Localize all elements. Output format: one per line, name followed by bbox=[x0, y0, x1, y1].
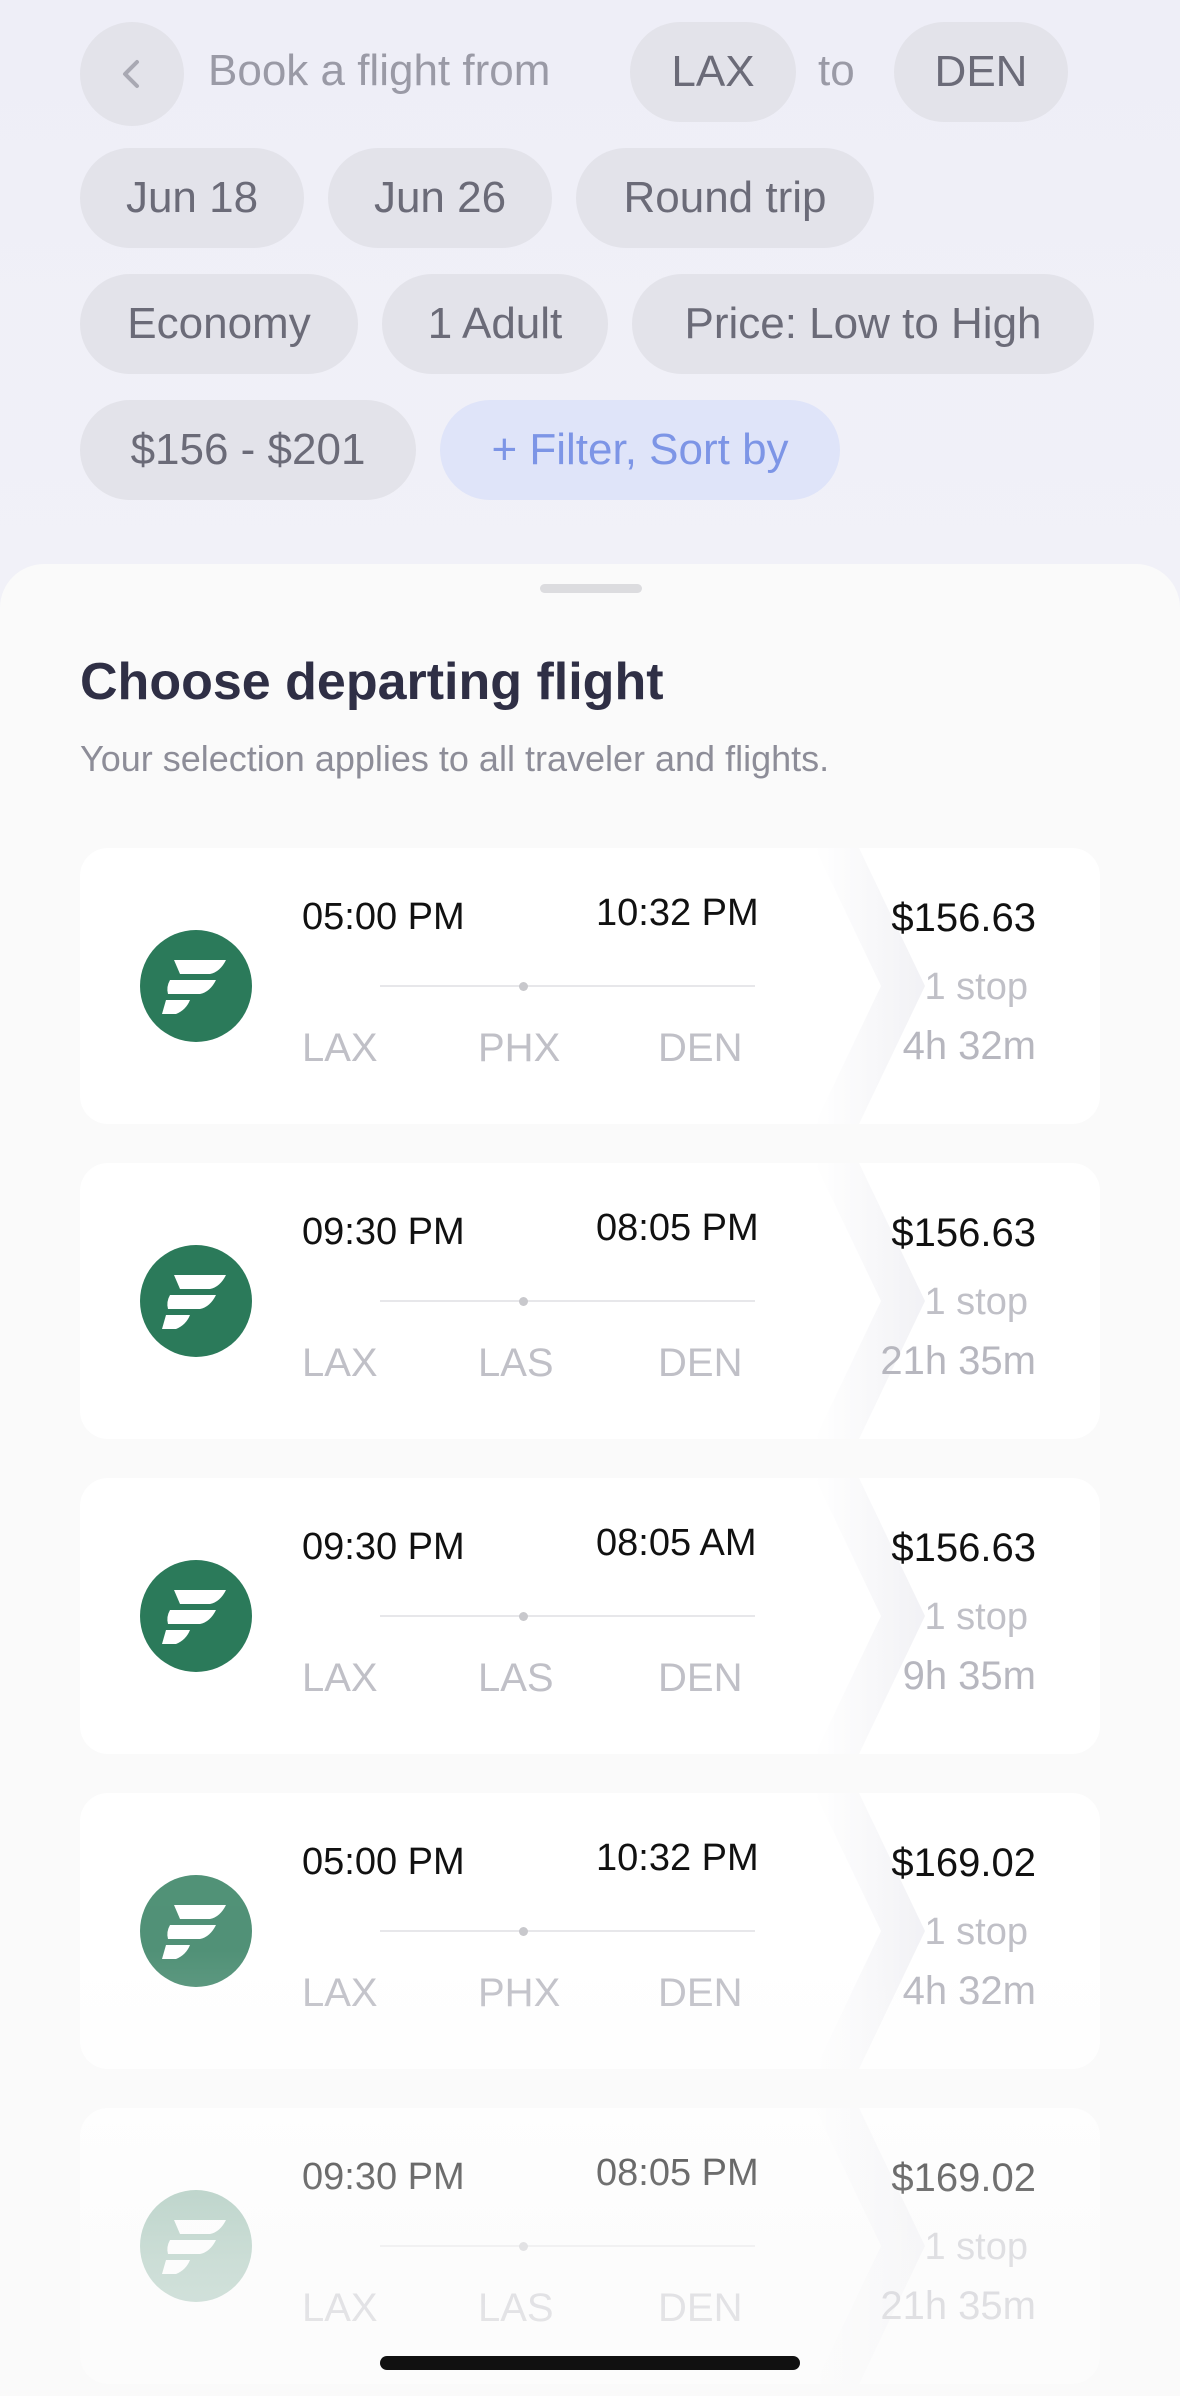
route-stop-dot bbox=[519, 1612, 528, 1621]
flight-stops: 1 stop bbox=[924, 2226, 1028, 2268]
flight-card[interactable]: 09:30 PM 08:05 PM LAX LAS DEN $156.63 1 … bbox=[80, 1163, 1100, 1439]
destination-airport: DEN bbox=[658, 1971, 743, 2015]
home-indicator[interactable] bbox=[380, 2356, 800, 2370]
departure-time: 05:00 PM bbox=[302, 1841, 465, 1883]
chevron-left-icon bbox=[123, 60, 139, 88]
route-stop-dot bbox=[519, 982, 528, 991]
stop-airport: PHX bbox=[478, 1971, 561, 2015]
airline-logo-icon bbox=[140, 2190, 252, 2302]
return-date-chip[interactable]: Jun 26 bbox=[328, 148, 552, 248]
flight-price: $156.63 bbox=[891, 896, 1036, 940]
departure-time: 09:30 PM bbox=[302, 1526, 465, 1568]
passengers-chip[interactable]: 1 Adult bbox=[382, 274, 608, 374]
departure-time: 09:30 PM bbox=[302, 2156, 465, 2198]
airline-logo-icon bbox=[140, 1560, 252, 1672]
flight-price: $156.63 bbox=[891, 1211, 1036, 1255]
flight-duration: 21h 35m bbox=[880, 2284, 1036, 2328]
route-line bbox=[380, 1300, 755, 1302]
sheet-drag-handle[interactable] bbox=[540, 584, 642, 593]
flight-card[interactable]: 05:00 PM 10:32 PM LAX PHX DEN $169.02 1 … bbox=[80, 1793, 1100, 2069]
chevron-right-decoration bbox=[815, 2108, 925, 2384]
flight-card[interactable]: 05:00 PM 10:32 PM LAX PHX DEN $156.63 1 … bbox=[80, 848, 1100, 1124]
route-stop-dot bbox=[519, 1297, 528, 1306]
destination-airport: DEN bbox=[658, 1026, 743, 1070]
arrival-time: 10:32 PM bbox=[596, 1837, 759, 1879]
origin-airport: LAX bbox=[302, 1341, 378, 1385]
flight-duration: 4h 32m bbox=[902, 1024, 1036, 1068]
flight-price: $169.02 bbox=[891, 1841, 1036, 1885]
depart-date-chip[interactable]: Jun 18 bbox=[80, 148, 304, 248]
origin-airport: LAX bbox=[302, 1656, 378, 1700]
stop-airport: LAS bbox=[478, 1341, 554, 1385]
stop-airport: LAS bbox=[478, 1656, 554, 1700]
route-line bbox=[380, 1615, 755, 1617]
destination-chip[interactable]: DEN bbox=[894, 22, 1068, 122]
trip-type-chip[interactable]: Round trip bbox=[576, 148, 874, 248]
origin-airport: LAX bbox=[302, 1026, 378, 1070]
sort-chip[interactable]: Price: Low to High bbox=[632, 274, 1094, 374]
origin-chip[interactable]: LAX bbox=[630, 22, 796, 122]
departure-time: 09:30 PM bbox=[302, 1211, 465, 1253]
book-flight-label: Book a flight from bbox=[208, 46, 551, 95]
flight-stops: 1 stop bbox=[924, 1281, 1028, 1323]
sheet-subtitle: Your selection applies to all traveler a… bbox=[80, 738, 830, 779]
arrival-time: 08:05 AM bbox=[596, 1522, 757, 1564]
airline-logo-icon bbox=[140, 930, 252, 1042]
route-line bbox=[380, 1930, 755, 1932]
flight-duration: 4h 32m bbox=[902, 1969, 1036, 2013]
route-stop-dot bbox=[519, 2242, 528, 2251]
arrival-time: 08:05 PM bbox=[596, 1207, 759, 1249]
chevron-right-decoration bbox=[815, 1793, 925, 2069]
departure-time: 05:00 PM bbox=[302, 896, 465, 938]
destination-airport: DEN bbox=[658, 2286, 743, 2330]
route-line bbox=[380, 2245, 755, 2247]
sheet-title: Choose departing flight bbox=[80, 653, 664, 711]
origin-airport: LAX bbox=[302, 2286, 378, 2330]
destination-airport: DEN bbox=[658, 1341, 743, 1385]
flight-stops: 1 stop bbox=[924, 1596, 1028, 1638]
flight-card[interactable]: 09:30 PM 08:05 PM LAX LAS DEN $169.02 1 … bbox=[80, 2108, 1100, 2384]
origin-airport: LAX bbox=[302, 1971, 378, 2015]
chevron-right-decoration bbox=[815, 1163, 925, 1439]
chevron-right-decoration bbox=[815, 1478, 925, 1754]
arrival-time: 08:05 PM bbox=[596, 2152, 759, 2194]
flight-duration: 21h 35m bbox=[880, 1339, 1036, 1383]
back-button[interactable] bbox=[80, 22, 184, 126]
arrival-time: 10:32 PM bbox=[596, 892, 759, 934]
to-label: to bbox=[818, 46, 855, 95]
price-range-chip[interactable]: $156 - $201 bbox=[80, 400, 416, 500]
flight-price: $156.63 bbox=[891, 1526, 1036, 1570]
flight-card[interactable]: 09:30 PM 08:05 AM LAX LAS DEN $156.63 1 … bbox=[80, 1478, 1100, 1754]
chevron-right-decoration bbox=[815, 848, 925, 1124]
cabin-chip[interactable]: Economy bbox=[80, 274, 358, 374]
route-line bbox=[380, 985, 755, 987]
flight-price: $169.02 bbox=[891, 2156, 1036, 2200]
stop-airport: PHX bbox=[478, 1026, 561, 1070]
stop-airport: LAS bbox=[478, 2286, 554, 2330]
airline-logo-icon bbox=[140, 1875, 252, 1987]
route-stop-dot bbox=[519, 1927, 528, 1936]
flight-duration: 9h 35m bbox=[902, 1654, 1036, 1698]
flight-stops: 1 stop bbox=[924, 1911, 1028, 1953]
filter-sort-button[interactable]: + Filter, Sort by bbox=[440, 400, 840, 500]
airline-logo-icon bbox=[140, 1245, 252, 1357]
flight-stops: 1 stop bbox=[924, 966, 1028, 1008]
destination-airport: DEN bbox=[658, 1656, 743, 1700]
